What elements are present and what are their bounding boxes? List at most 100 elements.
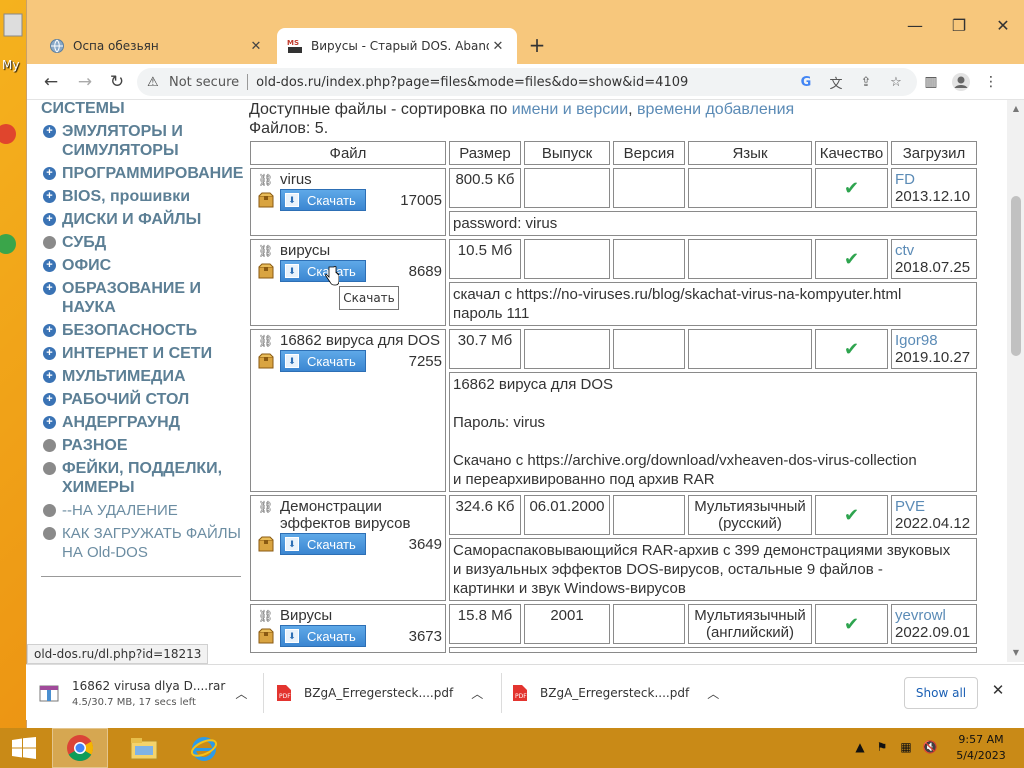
minimize-icon[interactable]: — (893, 8, 937, 42)
google-icon[interactable]: G (795, 71, 817, 93)
volume-icon[interactable]: 🔇 (922, 740, 938, 756)
sidebar-category[interactable]: --НА УДАЛЕНИЕ (41, 499, 241, 522)
ie-taskbar-button[interactable] (176, 728, 232, 768)
sidebar-category[interactable]: ФЕЙКИ, ПОДДЕЛКИ, ХИМЕРЫ (41, 457, 241, 499)
desktop-icon-label[interactable]: My (2, 58, 19, 72)
new-tab-button[interactable]: + (525, 34, 549, 58)
sidebar-category[interactable]: СУБД (41, 231, 241, 254)
forward-icon[interactable]: → (73, 70, 97, 94)
file-name[interactable]: Вирусы (280, 607, 332, 624)
bullet-dot-icon[interactable] (43, 527, 56, 540)
link-icon[interactable]: ⛓ (258, 609, 274, 623)
uploader-link[interactable]: PVE (895, 498, 925, 515)
bullet-dot-icon[interactable] (43, 462, 56, 475)
sidebar-category-label[interactable]: КАК ЗАГРУЖАТЬ ФАЙЛЫ НА Old-DOS (62, 524, 241, 562)
sidebar-category-label[interactable]: МУЛЬТИМЕДИА (62, 367, 186, 386)
file-explorer-taskbar-button[interactable] (116, 728, 172, 768)
scroll-thumb[interactable] (1011, 196, 1021, 356)
sidebar-category-label[interactable]: --НА УДАЛЕНИЕ (62, 501, 178, 520)
sort-by-date-link[interactable]: времени добавления (637, 101, 794, 118)
expand-plus-icon[interactable]: + (43, 190, 56, 203)
expand-plus-icon[interactable]: + (43, 282, 56, 295)
uploader-link[interactable]: FD (895, 171, 915, 188)
chevron-up-icon[interactable]: ︿ (471, 685, 483, 702)
scroll-down-icon[interactable]: ▼ (1011, 648, 1021, 658)
chevron-up-icon[interactable]: ︿ (235, 685, 247, 702)
download-button[interactable]: ⬇Скачать (280, 350, 366, 372)
sidebar-category-label[interactable]: БЕЗОПАСНОСТЬ (62, 321, 197, 340)
sidebar-category-label[interactable]: СИСТЕМЫ (41, 100, 125, 118)
file-name[interactable]: Демонстрации эффектов вирусов (280, 498, 442, 532)
expand-plus-icon[interactable]: + (43, 213, 56, 226)
tab-viruses[interactable]: MS Вирусы - Старый DOS. Abandon ✕ (277, 28, 517, 64)
back-icon[interactable]: ← (39, 70, 63, 94)
profile-avatar-icon[interactable] (949, 70, 973, 94)
sidebar-category[interactable]: + ОБРАЗОВАНИЕ И НАУКА (41, 277, 241, 319)
sidebar-category[interactable]: + ИНТЕРНЕТ И СЕТИ (41, 342, 241, 365)
page-scrollbar[interactable]: ▲ ▼ (1007, 100, 1024, 662)
download-button[interactable]: ⬇Скачать (280, 260, 366, 282)
flag-icon[interactable]: ⚑ (874, 740, 890, 756)
file-name[interactable]: вирусы (280, 242, 330, 259)
desktop-app-icon[interactable] (0, 120, 26, 150)
file-name[interactable]: 16862 вируса для DOS (280, 332, 440, 349)
window-close-icon[interactable]: ✕ (981, 8, 1024, 42)
sidebar-category-label[interactable]: ПРОГРАММИРОВАНИЕ (62, 164, 243, 183)
reload-icon[interactable]: ↻ (105, 70, 129, 94)
link-icon[interactable]: ⛓ (258, 500, 274, 514)
link-icon[interactable]: ⛓ (258, 173, 274, 187)
uploader-link[interactable]: yevrowl (895, 607, 946, 624)
chevron-up-icon[interactable]: ︿ (707, 685, 719, 702)
sidebar-category[interactable]: СИСТЕМЫ (41, 100, 241, 120)
file-name[interactable]: virus (280, 171, 312, 188)
tab-close-icon[interactable]: ✕ (489, 39, 507, 54)
side-panel-icon[interactable]: ▥ (919, 70, 943, 94)
address-bar[interactable]: ⚠ Not secure old-dos.ru/index.php?page=f… (137, 68, 917, 96)
expand-plus-icon[interactable]: + (43, 324, 56, 337)
tray-chevron-icon[interactable]: ▲ (852, 740, 868, 756)
sidebar-category[interactable]: РАЗНОЕ (41, 434, 241, 457)
url-text[interactable]: old-dos.ru/index.php?page=files&mode=fil… (256, 75, 787, 90)
sidebar-category-label[interactable]: BIOS, прошивки (62, 187, 190, 206)
expand-plus-icon[interactable]: + (43, 393, 56, 406)
sidebar-category[interactable]: + ОФИС (41, 254, 241, 277)
sidebar-category-label[interactable]: ОБРАЗОВАНИЕ И НАУКА (62, 279, 241, 317)
expand-plus-icon[interactable]: + (43, 259, 56, 272)
download-item[interactable]: PDF BZgA_Erregersteck....pdf ︿ (276, 665, 502, 721)
maximize-icon[interactable]: ❐ (937, 8, 981, 42)
sidebar-category[interactable]: + ЭМУЛЯТОРЫ И СИМУЛЯТОРЫ (41, 120, 241, 162)
chrome-taskbar-button[interactable] (52, 728, 108, 768)
bullet-dot-icon[interactable] (43, 504, 56, 517)
sidebar-category-label[interactable]: РАБОЧИЙ СТОЛ (62, 390, 189, 409)
uploader-link[interactable]: Igor98 (895, 332, 938, 349)
expand-plus-icon[interactable]: + (43, 125, 56, 138)
bullet-dot-icon[interactable] (43, 236, 56, 249)
network-icon[interactable]: ▦ (898, 740, 914, 756)
sidebar-category-label[interactable]: ДИСКИ И ФАЙЛЫ (62, 210, 201, 229)
sidebar-category[interactable]: + ПРОГРАММИРОВАНИЕ (41, 162, 243, 185)
sidebar-category-label[interactable]: ФЕЙКИ, ПОДДЕЛКИ, ХИМЕРЫ (62, 459, 241, 497)
start-button[interactable] (0, 728, 48, 768)
menu-icon[interactable]: ⋮ (979, 70, 1003, 94)
translate-icon[interactable]: 文 (825, 71, 847, 93)
desktop-app-icon[interactable] (0, 230, 26, 260)
download-item[interactable]: 16862 virusa dlya D....rar 4.5/30.7 MB, … (38, 665, 264, 721)
sidebar-category-label[interactable]: АНДЕРГРАУНД (62, 413, 180, 432)
bookmark-star-icon[interactable]: ☆ (885, 71, 907, 93)
download-button[interactable]: ⬇Скачать (280, 533, 366, 555)
download-button[interactable]: ⬇Скачать (280, 189, 366, 211)
close-shelf-icon[interactable]: ✕ (988, 681, 1008, 701)
link-icon[interactable]: ⛓ (258, 334, 274, 348)
sidebar-category-label[interactable]: СУБД (62, 233, 106, 252)
sidebar-category[interactable]: КАК ЗАГРУЖАТЬ ФАЙЛЫ НА Old-DOS (41, 522, 241, 564)
sidebar-category-label[interactable]: ИНТЕРНЕТ И СЕТИ (62, 344, 212, 363)
uploader-link[interactable]: ctv (895, 242, 914, 259)
link-icon[interactable]: ⛓ (258, 244, 274, 258)
sidebar-category[interactable]: + МУЛЬТИМЕДИА (41, 365, 241, 388)
bullet-dot-icon[interactable] (43, 439, 56, 452)
sidebar-category-label[interactable]: ОФИС (62, 256, 111, 275)
expand-plus-icon[interactable]: + (43, 416, 56, 429)
recycle-bin-icon[interactable] (0, 10, 26, 40)
warning-icon[interactable]: ⚠ (147, 75, 163, 90)
show-all-button[interactable]: Show all (904, 677, 978, 709)
